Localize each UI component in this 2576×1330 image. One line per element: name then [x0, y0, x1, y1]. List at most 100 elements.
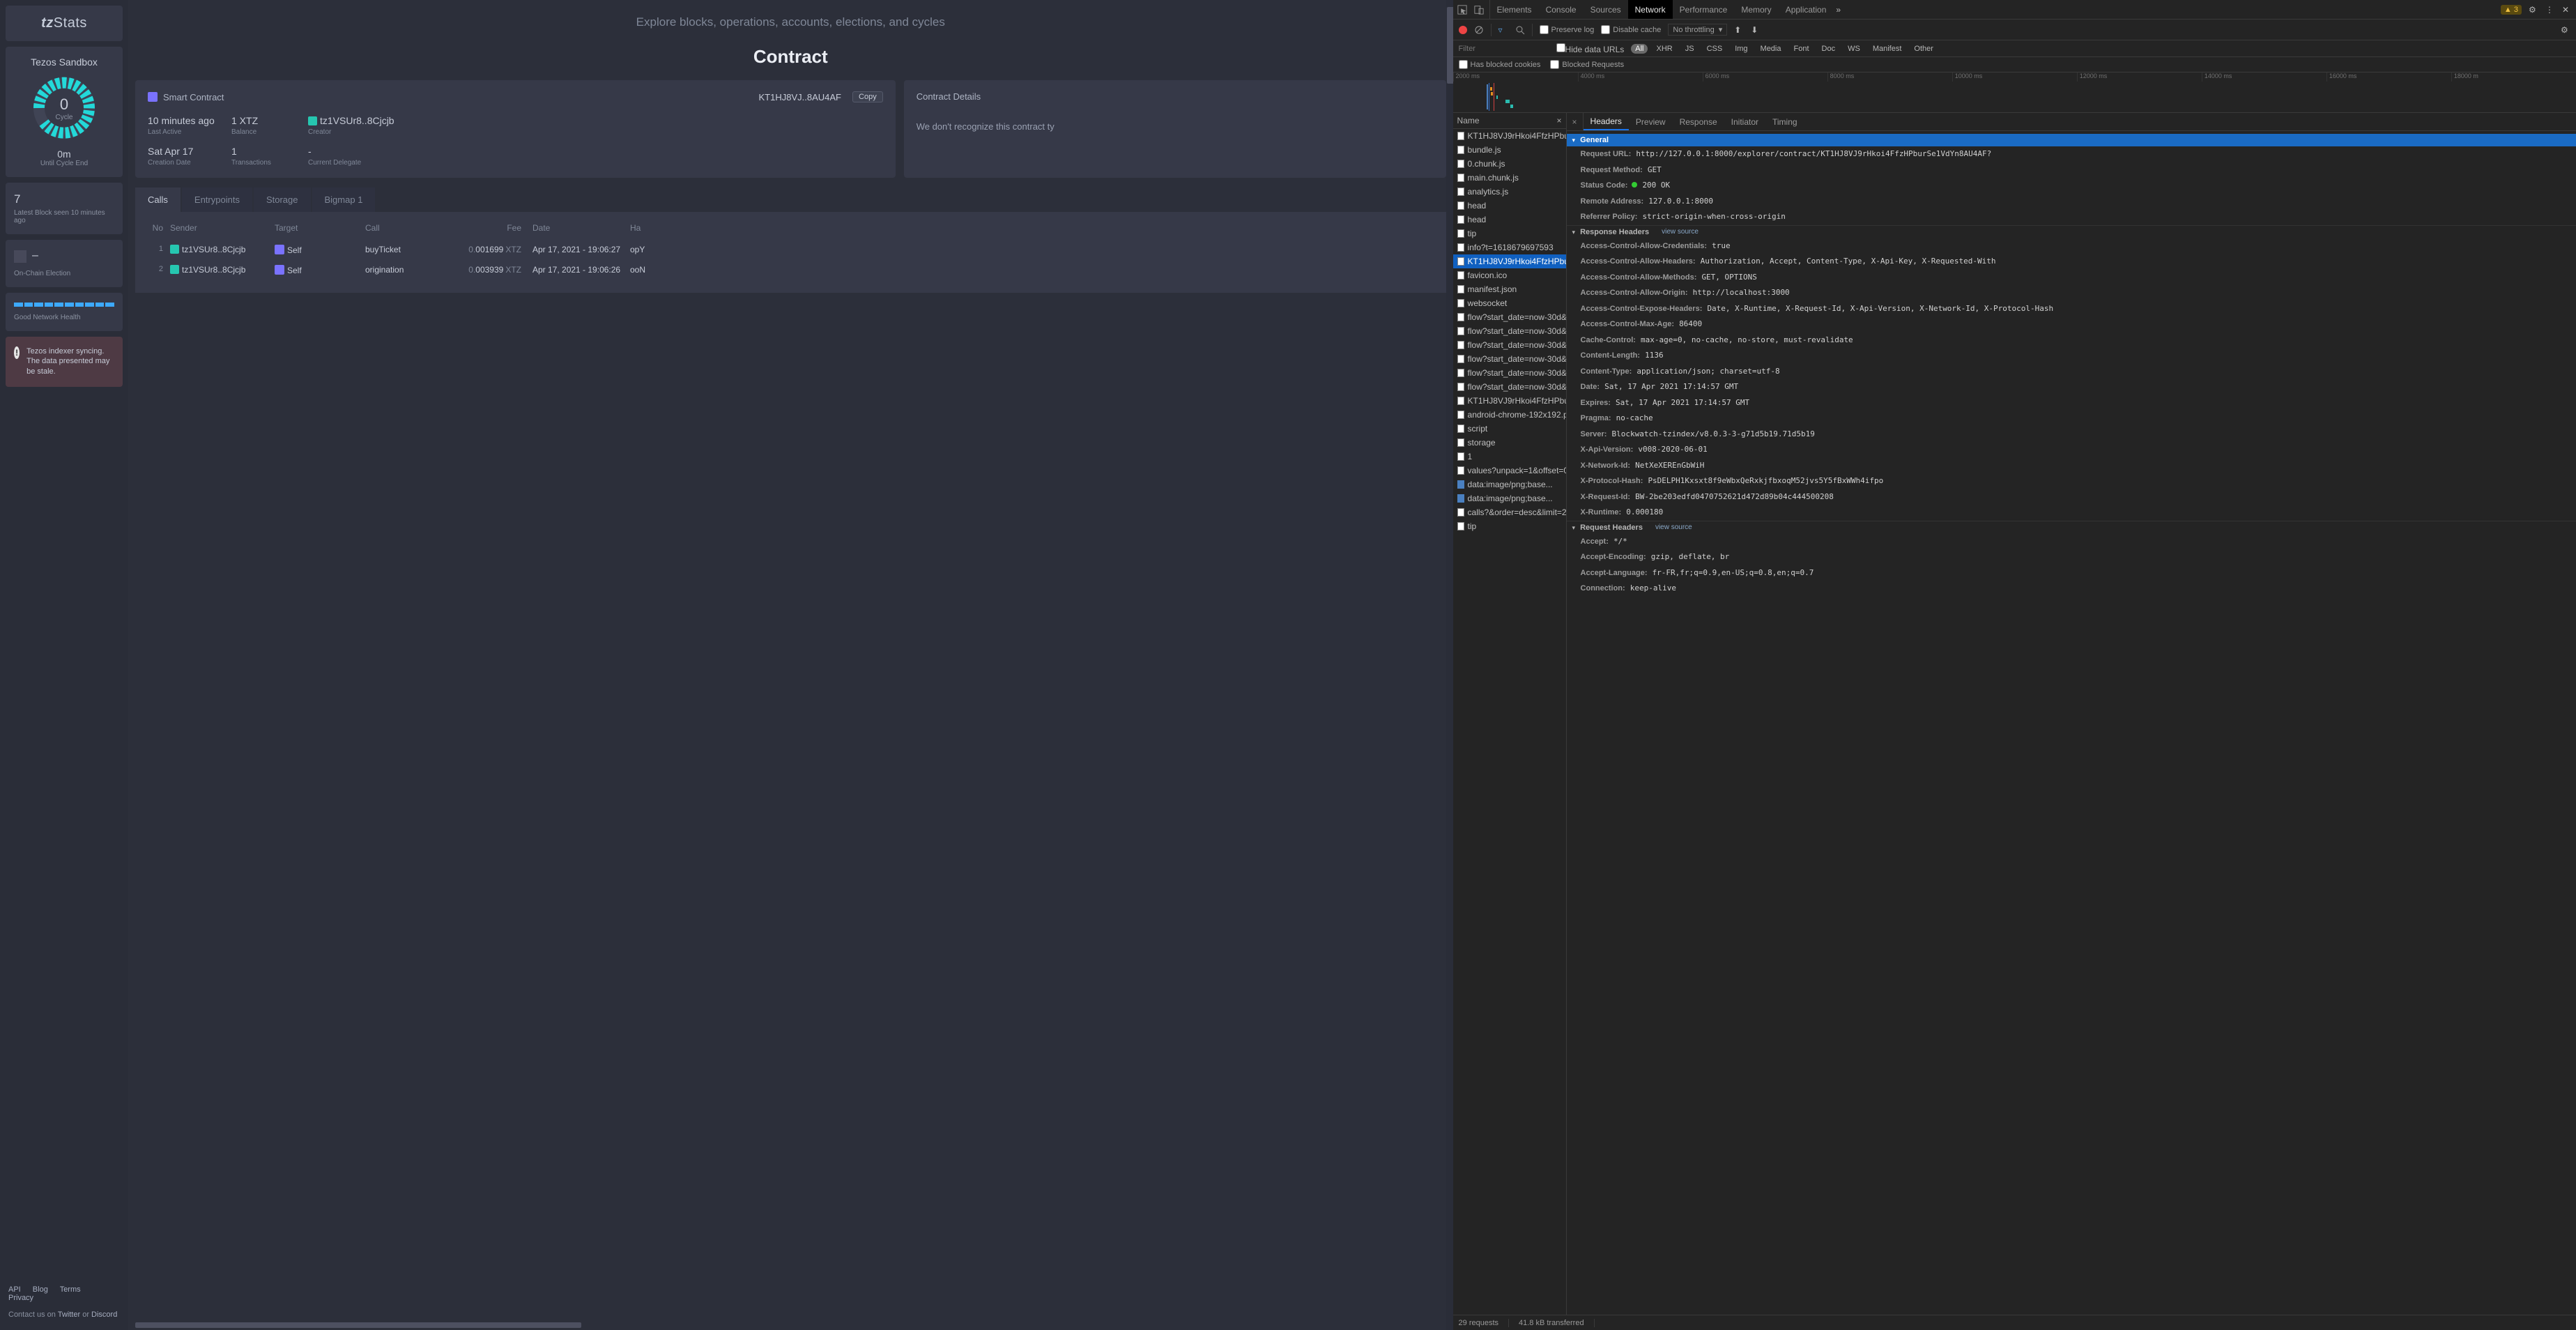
request-item[interactable]: flow?start_date=now-30d&a... — [1453, 366, 1566, 380]
request-item[interactable]: 0.chunk.js — [1453, 157, 1566, 171]
upload-har-icon[interactable]: ⬆ — [1734, 25, 1744, 35]
filter-pill-media[interactable]: Media — [1756, 44, 1786, 54]
filter-pill-other[interactable]: Other — [1910, 44, 1938, 54]
devtools-tab-elements[interactable]: Elements — [1490, 0, 1539, 19]
tab-entrypoints[interactable]: Entrypoints — [182, 188, 252, 212]
request-item[interactable]: values?unpack=1&offset=0&l... — [1453, 464, 1566, 477]
filter-pill-img[interactable]: Img — [1731, 44, 1751, 54]
close-detail-icon[interactable]: × — [1567, 113, 1584, 130]
request-item[interactable]: KT1HJ8VJ9rHkoi4FfzHPburS... — [1453, 394, 1566, 408]
request-item[interactable]: calls?&order=desc&limit=20 — [1453, 505, 1566, 519]
filter-pill-css[interactable]: CSS — [1703, 44, 1727, 54]
request-item[interactable]: KT1HJ8VJ9rHkoi4FfzHPburS... — [1453, 129, 1566, 143]
request-item[interactable]: tip — [1453, 519, 1566, 533]
request-item[interactable]: flow?start_date=now-30d&a... — [1453, 338, 1566, 352]
filter-pill-js[interactable]: JS — [1681, 44, 1699, 54]
link-twitter[interactable]: Twitter — [58, 1310, 80, 1319]
footer-link-blog[interactable]: Blog — [33, 1285, 48, 1294]
logo[interactable]: tzStats — [6, 6, 123, 41]
link-discord[interactable]: Discord — [91, 1310, 117, 1319]
request-item[interactable]: info?t=1618679697593 — [1453, 240, 1566, 254]
detail-tab-preview[interactable]: Preview — [1629, 113, 1673, 130]
request-item[interactable]: flow?start_date=now-30d&a... — [1453, 380, 1566, 394]
devtools-tab-memory[interactable]: Memory — [1734, 0, 1778, 19]
devtools-tab-performance[interactable]: Performance — [1673, 0, 1735, 19]
detail-tab-timing[interactable]: Timing — [1765, 113, 1804, 130]
tab-calls[interactable]: Calls — [135, 188, 181, 212]
detail-tab-response[interactable]: Response — [1673, 113, 1724, 130]
throttling-select[interactable]: No throttling▾ — [1668, 24, 1727, 36]
preserve-log-checkbox[interactable]: Preserve log — [1540, 25, 1595, 34]
network-settings-icon[interactable]: ⚙ — [2561, 25, 2570, 35]
request-item[interactable]: data:image/png;base... — [1453, 477, 1566, 491]
latest-block-card[interactable]: 7 Latest Block seen 10 minutes ago — [6, 183, 123, 234]
view-source-response[interactable]: view source — [1662, 228, 1699, 236]
inspect-icon[interactable] — [1457, 5, 1467, 15]
detail-tab-headers[interactable]: Headers — [1584, 113, 1629, 130]
request-item[interactable]: flow?start_date=now-30d&a... — [1453, 310, 1566, 324]
election-card[interactable]: – On-Chain Election — [6, 240, 123, 287]
creator-link[interactable]: tz1VSUr8..8Cjcjb — [320, 115, 394, 126]
filter-pill-ws[interactable]: WS — [1843, 44, 1864, 54]
request-item[interactable]: favicon.ico — [1453, 268, 1566, 282]
request-item[interactable]: data:image/png;base... — [1453, 491, 1566, 505]
request-item[interactable]: KT1HJ8VJ9rHkoi4FfzHPburS... — [1453, 254, 1566, 268]
warnings-badge[interactable]: ▲ 3 — [2501, 5, 2522, 15]
view-source-request[interactable]: view source — [1655, 523, 1692, 531]
copy-address-button[interactable]: Copy — [852, 91, 883, 102]
request-item[interactable]: main.chunk.js — [1453, 171, 1566, 185]
filter-pill-manifest[interactable]: Manifest — [1869, 44, 1906, 54]
request-item[interactable]: analytics.js — [1453, 185, 1566, 199]
section-request-headers[interactable]: Request Headersview source — [1567, 521, 2576, 534]
devtools-tab-network[interactable]: Network — [1628, 0, 1673, 19]
request-item[interactable]: script — [1453, 422, 1566, 436]
request-item[interactable]: manifest.json — [1453, 282, 1566, 296]
request-item[interactable]: head — [1453, 213, 1566, 227]
horizontal-scrollbar[interactable] — [135, 1322, 1446, 1329]
hide-data-urls-checkbox[interactable]: Hide data URLs — [1556, 43, 1625, 54]
disable-cache-checkbox[interactable]: Disable cache — [1601, 25, 1661, 34]
filter-pill-xhr[interactable]: XHR — [1652, 44, 1676, 54]
tab-storage[interactable]: Storage — [254, 188, 311, 212]
close-panel-icon[interactable]: × — [1557, 116, 1562, 125]
blocked-requests-checkbox[interactable]: Blocked Requests — [1550, 60, 1624, 69]
table-row[interactable]: 1tz1VSUr8..8CjcjbSelfbuyTicket0.001699XT… — [145, 240, 1436, 260]
has-blocked-cookies-checkbox[interactable]: Has blocked cookies — [1459, 60, 1541, 69]
filter-input[interactable] — [1459, 45, 1549, 53]
request-item[interactable]: 1 — [1453, 450, 1566, 464]
more-tabs-icon[interactable]: » — [1836, 5, 1846, 15]
request-item[interactable]: flow?start_date=now-30d&a... — [1453, 352, 1566, 366]
footer-link-api[interactable]: API — [8, 1285, 21, 1294]
table-row[interactable]: 2tz1VSUr8..8CjcjbSelforigination0.003939… — [145, 260, 1436, 280]
device-toggle-icon[interactable] — [1474, 5, 1484, 15]
network-timeline[interactable]: 2000 ms4000 ms6000 ms8000 ms10000 ms1200… — [1453, 72, 2576, 113]
request-item[interactable]: websocket — [1453, 296, 1566, 310]
name-column-header[interactable]: Name× — [1453, 113, 1566, 129]
vertical-scrollbar[interactable] — [1446, 0, 1453, 1330]
request-item[interactable]: flow?start_date=now-30d&a... — [1453, 324, 1566, 338]
close-devtools-icon[interactable]: ✕ — [2562, 5, 2572, 15]
record-icon[interactable] — [1459, 26, 1467, 34]
section-response-headers[interactable]: Response Headersview source — [1567, 225, 2576, 238]
request-item[interactable]: head — [1453, 199, 1566, 213]
search-input[interactable]: Explore blocks, operations, accounts, el… — [135, 6, 1446, 38]
request-item[interactable]: tip — [1453, 227, 1566, 240]
devtools-tab-console[interactable]: Console — [1539, 0, 1584, 19]
request-item[interactable]: android-chrome-192x192.png — [1453, 408, 1566, 422]
devtools-tab-sources[interactable]: Sources — [1584, 0, 1628, 19]
settings-icon[interactable]: ⚙ — [2529, 5, 2538, 15]
tab-bigmap[interactable]: Bigmap 1 — [312, 188, 376, 212]
section-general[interactable]: General — [1567, 134, 2576, 146]
filter-pill-font[interactable]: Font — [1790, 44, 1814, 54]
request-item[interactable]: storage — [1453, 436, 1566, 450]
search-icon[interactable] — [1515, 25, 1525, 35]
filter-pill-all[interactable]: All — [1631, 44, 1648, 54]
filter-pill-doc[interactable]: Doc — [1818, 44, 1840, 54]
request-item[interactable]: bundle.js — [1453, 143, 1566, 157]
footer-link-terms[interactable]: Terms — [60, 1285, 81, 1294]
devtools-tab-application[interactable]: Application — [1779, 0, 1834, 19]
detail-tab-initiator[interactable]: Initiator — [1724, 113, 1765, 130]
download-har-icon[interactable]: ⬇ — [1751, 25, 1761, 35]
kebab-icon[interactable]: ⋮ — [2545, 5, 2555, 15]
footer-link-privacy[interactable]: Privacy — [8, 1294, 33, 1302]
